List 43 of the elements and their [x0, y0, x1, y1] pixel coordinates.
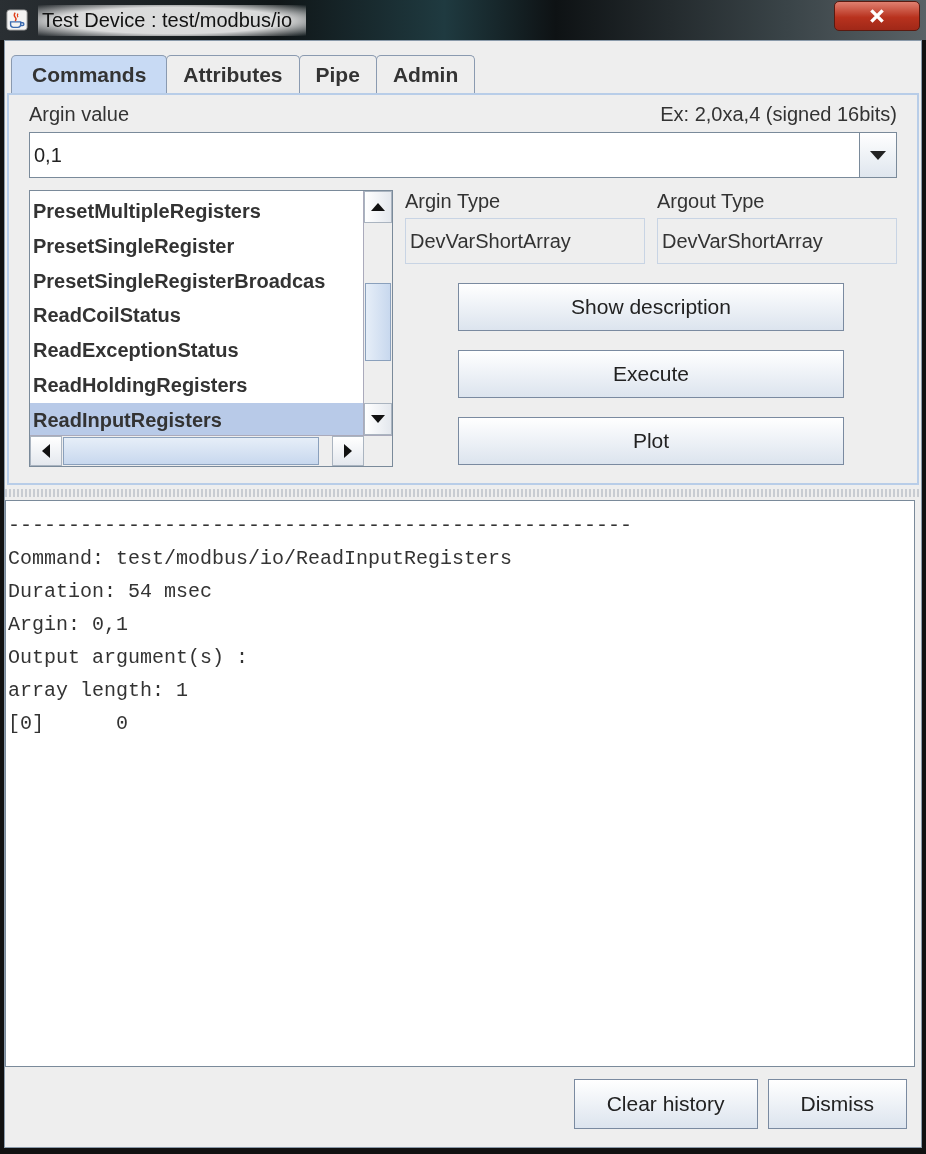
- command-item[interactable]: PresetSingleRegister: [30, 228, 363, 264]
- output-line: Command: test/modbus/io/ReadInputRegisters: [7, 546, 514, 572]
- dropdown-button[interactable]: [859, 133, 896, 177]
- splitter-handle[interactable]: [5, 489, 921, 497]
- caret-icon: [870, 150, 886, 160]
- field-label: Argin Type: [405, 190, 502, 213]
- horizontal-scrollbar[interactable]: [30, 435, 392, 466]
- cup-icon: [6, 9, 28, 31]
- command-item[interactable]: ReadInputRegisters: [30, 402, 363, 435]
- scroll-thumb[interactable]: [365, 283, 391, 361]
- output-line: Output argument(s) :: [7, 645, 250, 671]
- field-label: Argin value: [29, 103, 130, 126]
- command-item[interactable]: ReadHoldingRegisters: [30, 368, 363, 403]
- left-arrow-icon: [42, 444, 50, 458]
- command-item[interactable]: PresetMultipleRegisters: [30, 194, 363, 229]
- output-line: Argin: 0,1: [7, 612, 130, 638]
- command-item[interactable]: ReadExceptionStatus: [30, 333, 363, 368]
- command-item[interactable]: PresetSingleRegisterBroadcas: [30, 263, 363, 299]
- right-arrow-icon: [344, 444, 352, 458]
- down-arrow-icon: [371, 415, 385, 423]
- footer-button[interactable]: Dismiss: [767, 1079, 907, 1129]
- field-label: Argout Type: [657, 190, 766, 213]
- output-line: array length: 1: [7, 678, 190, 704]
- argout-type-field: DevVarShortArray: [657, 218, 897, 264]
- action-button[interactable]: Execute: [458, 350, 844, 398]
- action-button[interactable]: Show description: [458, 283, 844, 331]
- tab[interactable]: Commands: [11, 55, 168, 93]
- vertical-scrollbar[interactable]: [363, 191, 392, 435]
- output-line: Duration: 54 msec: [7, 579, 214, 605]
- hint-text: Ex: 2,0xa,4 (signed 16bits): [660, 103, 897, 126]
- output-line: [0] 0: [7, 711, 130, 737]
- footer-button[interactable]: Clear history: [573, 1079, 758, 1129]
- output-line: ----------------------------------------------------: [7, 513, 634, 539]
- tab[interactable]: Admin: [375, 55, 476, 93]
- close-button[interactable]: [834, 1, 920, 31]
- up-arrow-icon: [371, 203, 385, 211]
- action-button[interactable]: Plot: [458, 417, 844, 465]
- close-icon: [867, 7, 887, 25]
- window-title: Test Device : test/modbus/io: [38, 4, 307, 36]
- scroll-thumb[interactable]: [63, 437, 319, 465]
- command-item[interactable]: ReadCoilStatus: [30, 298, 363, 334]
- argin-combo-box[interactable]: 0,1: [29, 132, 897, 178]
- argin-type-field: DevVarShortArray: [405, 218, 645, 264]
